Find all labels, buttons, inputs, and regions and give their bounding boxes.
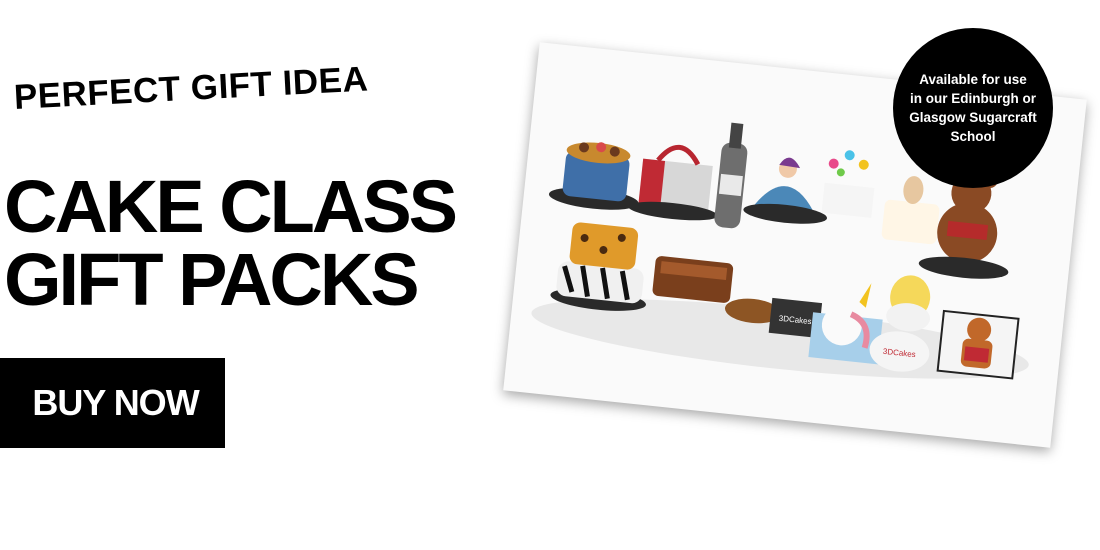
- tagline: PERFECT GIFT IDEA: [12, 59, 370, 117]
- headline: CAKE CLASS GIFT PACKS: [4, 170, 458, 317]
- availability-badge-text: Available for use in our Edinburgh or Gl…: [909, 72, 1037, 144]
- availability-badge: Available for use in our Edinburgh or Gl…: [893, 28, 1053, 188]
- buy-now-button[interactable]: BUY NOW: [0, 358, 225, 448]
- headline-text: CAKE CLASS GIFT PACKS: [4, 165, 458, 321]
